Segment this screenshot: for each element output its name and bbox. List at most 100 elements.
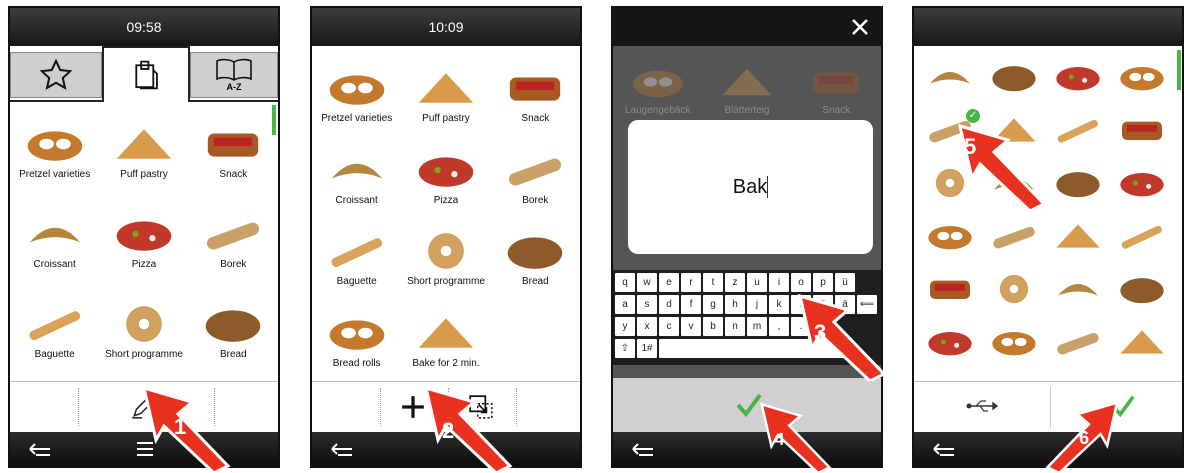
keyboard-key[interactable]: h [725,295,745,314]
food-image [1056,223,1100,248]
scrollbar[interactable] [1177,50,1181,90]
keyboard-key[interactable]: , [769,317,789,336]
keyboard-key[interactable]: x [637,317,657,336]
image-option[interactable] [918,315,982,368]
image-option[interactable] [982,262,1046,315]
keyboard-key[interactable]: u [747,273,767,292]
image-option[interactable] [1110,103,1174,156]
program-tile[interactable]: Baguette [10,284,99,364]
keyboard-key[interactable]: s [637,295,657,314]
keyboard-key[interactable]: m [747,317,767,336]
keyboard-key[interactable]: f [681,295,701,314]
image-option[interactable] [1110,262,1174,315]
program-tile[interactable]: Puff pastry [401,48,490,128]
back-icon[interactable] [932,441,956,457]
program-tile[interactable]: Pretzel varieties [312,48,401,128]
tab-a-z-label: A-Z [226,82,242,92]
image-option[interactable] [982,50,1046,103]
image-option[interactable] [1110,315,1174,368]
program-tile[interactable]: Pizza [401,130,490,210]
program-label: Pretzel varieties [321,113,393,124]
status-bar: 10:09 [312,8,580,46]
keyboard-key[interactable]: e [659,273,679,292]
keyboard-key[interactable]: d [659,295,679,314]
food-image [1058,283,1098,296]
program-grid: Pretzel varieties Puff pastry Snack Croissa… [312,48,580,374]
image-option[interactable] [918,209,982,262]
back-icon[interactable] [28,441,52,457]
program-label: Bake for 2 min. [412,357,480,369]
food-image [331,238,382,268]
program-tile[interactable]: Baguette [312,211,401,291]
image-option[interactable] [1046,262,1110,315]
image-option[interactable] [1110,209,1174,262]
food-image [331,163,382,178]
keyboard-key[interactable]: b [703,317,723,336]
food-image [508,237,563,269]
tab-favorites[interactable] [10,52,102,98]
keyboard-key[interactable]: t [703,273,723,292]
back-icon[interactable] [631,441,655,457]
program-label: Snack [822,105,851,116]
keyboard-key[interactable]: 1# [637,339,657,358]
keyboard-key[interactable]: j [747,295,767,314]
program-label: Bread [521,276,549,287]
book-az-icon [216,58,252,81]
program-tile[interactable]: Borek [491,130,580,210]
keyboard-key[interactable]: c [659,317,679,336]
program-tile[interactable]: Puff pastry [99,104,188,184]
status-bar [613,8,881,46]
program-label: Blätterteig [724,105,770,116]
program-tile[interactable]: Bread [491,211,580,291]
name-input[interactable]: Bak [733,176,767,199]
image-option[interactable] [1046,50,1110,103]
image-option[interactable] [982,209,1046,262]
image-option[interactable] [918,262,982,315]
image-option[interactable] [1046,209,1110,262]
image-option[interactable] [982,315,1046,368]
keyboard-key[interactable]: i [769,273,789,292]
program-tile[interactable]: Short programme [401,211,490,291]
keyboard-key[interactable]: v [681,317,701,336]
step-number-2: 2 [442,418,454,443]
keyboard-key[interactable]: y [615,317,635,336]
program-tile[interactable]: Bread [189,284,278,364]
program-tile[interactable]: Bake for 2 min. [401,293,490,373]
keyboard-key[interactable]: q [615,273,635,292]
keyboard-key[interactable]: n [725,317,745,336]
usb-icon[interactable] [966,398,1000,414]
back-icon[interactable] [330,441,354,457]
keyboard-key[interactable]: ⇧ [615,339,635,358]
tab-programs[interactable] [102,46,190,102]
program-tile[interactable]: Short programme [99,284,188,364]
image-option[interactable] [1046,315,1110,368]
keyboard-key[interactable]: z [725,273,745,292]
step-number-4: 4 [775,429,785,449]
keyboard-key[interactable]: r [681,273,701,292]
keyboard-key[interactable]: w [637,273,657,292]
program-tile[interactable]: Croissant [312,130,401,210]
program-tile[interactable]: Snack [189,104,278,184]
image-option[interactable] [1046,156,1110,209]
dimmed-program-grid: Laugengebäck Blätterteig Snack [613,50,881,120]
keyboard-key[interactable]: a [615,295,635,314]
keyboard-key[interactable]: g [703,295,723,314]
food-image [418,317,474,348]
close-icon[interactable] [851,18,869,36]
program-label: Pizza [131,259,157,270]
program-label: Pretzel varieties [19,169,91,180]
image-option[interactable] [1110,156,1174,209]
program-tile[interactable]: Borek [189,194,278,274]
program-tile[interactable]: Bread rolls [312,293,401,373]
program-tile[interactable]: Croissant [10,194,99,274]
program-tile[interactable]: Pizza [99,194,188,274]
program-tile[interactable]: Pretzel varieties [10,104,99,184]
step-arrow-4: 4 [760,402,832,473]
food-image [207,222,260,250]
image-option[interactable] [1046,103,1110,156]
keyboard-key[interactable]: k [769,295,789,314]
image-option[interactable] [1110,50,1174,103]
program-tile[interactable]: Snack [491,48,580,128]
image-option[interactable] [918,50,982,103]
tab-a-z[interactable]: A-Z [190,52,278,98]
